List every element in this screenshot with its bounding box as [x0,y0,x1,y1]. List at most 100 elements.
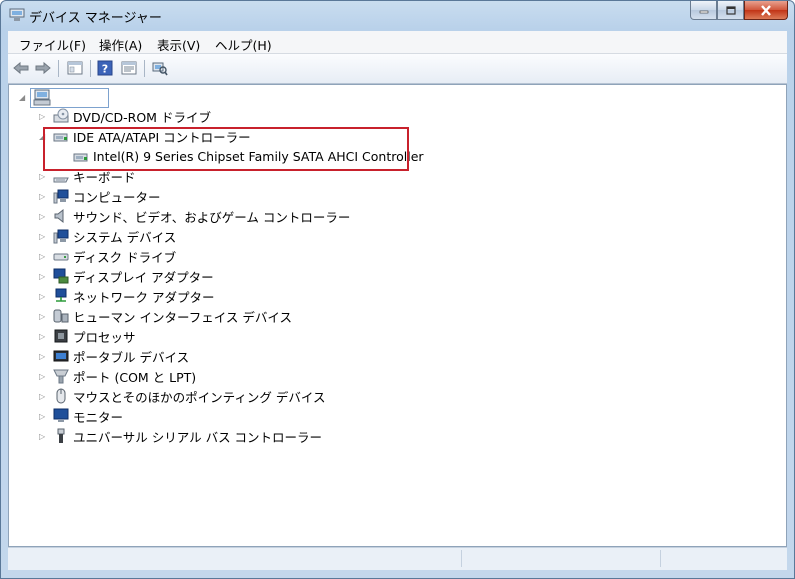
forward-icon [35,61,51,75]
menu-bar: ファイル(F) 操作(A) 表示(V) ヘルプ(H) [8,31,787,54]
network-adapter-icon [53,288,69,304]
expand-arrow-icon[interactable]: ▷ [39,392,45,401]
tree-item-label: ユニバーサル シリアル バス コントローラー [73,429,323,445]
highlight-box [43,127,409,171]
tree-item-label: コンピューター [73,189,161,205]
window-title: デバイス マネージャー [29,11,162,26]
svg-text:?: ? [102,63,108,76]
maximize-icon [725,5,736,15]
scan-hardware-icon [152,62,168,76]
minimize-icon [699,10,708,14]
expand-arrow-icon[interactable]: ▷ [39,332,45,341]
expand-arrow-icon[interactable]: ▷ [39,172,45,181]
usb-icon [53,428,69,444]
tree-item-label: システム デバイス [73,229,177,245]
portable-device-icon [53,348,69,364]
device-manager-app-icon [9,8,25,22]
expand-arrow-icon[interactable]: ▷ [39,252,45,261]
expand-arrow-icon[interactable]: ▷ [39,112,45,121]
back-icon [13,61,29,75]
show-hide-tree-button[interactable] [66,59,84,77]
menu-help[interactable]: ヘルプ(H) [215,35,272,54]
toolbar-separator [58,60,59,77]
expand-arrow-icon[interactable]: ▷ [39,372,45,381]
close-button[interactable] [744,1,788,20]
tree-item[interactable]: ユニバーサル シリアル バス コントローラー [53,426,322,446]
tree-item[interactable]: ポータブル デバイス [53,346,189,366]
title-bar[interactable]: デバイス マネージャー [1,1,794,31]
toolbar: ? [8,54,787,84]
tree-item[interactable]: ディスク ドライブ [53,246,176,266]
processor-icon [53,328,69,344]
tree-item[interactable]: サウンド、ビデオ、およびゲーム コントローラー [53,206,350,226]
disk-drive-icon [53,248,69,264]
tree-item-label: マウスとそのほかのポインティング デバイス [73,389,326,405]
show-hide-tree-icon [67,61,83,75]
maximize-button[interactable] [717,1,744,20]
scan-hardware-button[interactable] [151,59,169,77]
mouse-icon [53,388,69,404]
back-button[interactable] [12,59,30,77]
hid-icon [53,308,69,324]
expand-arrow-icon[interactable]: ▷ [39,272,45,281]
status-pane-divider [660,550,661,567]
status-pane-divider [461,550,462,567]
expand-arrow-icon[interactable]: ▷ [39,292,45,301]
computer-icon [33,89,51,106]
tree-item[interactable]: DVD/CD-ROM ドライブ [53,106,211,126]
tree-item[interactable]: コンピューター [53,186,161,206]
tree-item[interactable]: マウスとそのほかのポインティング デバイス [53,386,325,406]
expand-arrow-icon[interactable]: ▷ [39,412,45,421]
expand-arrow-icon[interactable]: ▷ [39,212,45,221]
computer-icon [53,188,69,204]
tree-item[interactable]: ヒューマン インターフェイス デバイス [53,306,292,326]
toolbar-separator [90,60,91,77]
tree-item[interactable]: ネットワーク アダプター [53,286,214,306]
menu-file[interactable]: ファイル(F) [19,35,86,54]
expand-arrow-icon[interactable]: ▷ [39,192,45,201]
menu-view[interactable]: 表示(V) [157,35,200,54]
tree-item-label: サウンド、ビデオ、およびゲーム コントローラー [73,209,351,225]
tree-item-label: ネットワーク アダプター [73,289,215,305]
tree-item-label: ポート (COM と LPT) [73,369,197,385]
properties-icon [121,61,137,75]
expand-arrow-icon[interactable]: ▷ [39,352,45,361]
help-button[interactable]: ? [96,59,114,77]
tree-item[interactable]: システム デバイス [53,226,176,246]
system-device-icon [53,228,69,244]
tree-item-label: キーボード [73,169,136,185]
tree-item-label: ヒューマン インターフェイス デバイス [73,309,292,325]
tree-item-label: DVD/CD-ROM ドライブ [73,109,211,125]
forward-button[interactable] [34,59,52,77]
toolbar-separator [144,60,145,77]
minimize-button[interactable] [690,1,717,20]
tree-item[interactable]: ディスプレイ アダプター [53,266,214,286]
monitor-icon [53,408,69,424]
tree-item-label: モニター [73,409,124,425]
speaker-icon [53,208,69,224]
tree-item[interactable]: ポート (COM と LPT) [53,366,196,386]
port-icon [53,368,69,384]
dvd-drive-icon [53,108,69,124]
tree-item[interactable]: キーボード [53,166,136,186]
close-icon [761,4,771,16]
tree-item[interactable]: プロセッサ [53,326,136,346]
expand-arrow-icon[interactable]: ▷ [39,432,45,441]
device-manager-window: デバイス マネージャー ファイル(F) 操作(A) 表示(V) ヘルプ(H) ?… [0,0,795,579]
expand-arrow-icon[interactable]: ▷ [39,232,45,241]
menu-action[interactable]: 操作(A) [99,35,142,54]
tree-item-label: プロセッサ [73,329,136,345]
tree-item-label: ディスプレイ アダプター [73,269,214,285]
properties-button[interactable] [120,59,138,77]
tree-root-node[interactable] [30,88,109,108]
expand-arrow-icon[interactable]: ▷ [39,312,45,321]
tree-item-label: ディスク ドライブ [73,249,177,265]
collapse-arrow-icon[interactable]: ◢ [19,93,25,102]
keyboard-icon [53,168,69,184]
help-icon: ? [97,60,113,76]
status-bar [8,547,787,570]
tree-item[interactable]: モニター [53,406,123,426]
display-adapter-icon [53,268,69,284]
tree-item-label: ポータブル デバイス [73,349,190,365]
device-tree[interactable]: ◢ ▷ DVD/CD-ROM ドライブ ◢ IDE ATA/ATAPI コントロ… [8,84,787,547]
